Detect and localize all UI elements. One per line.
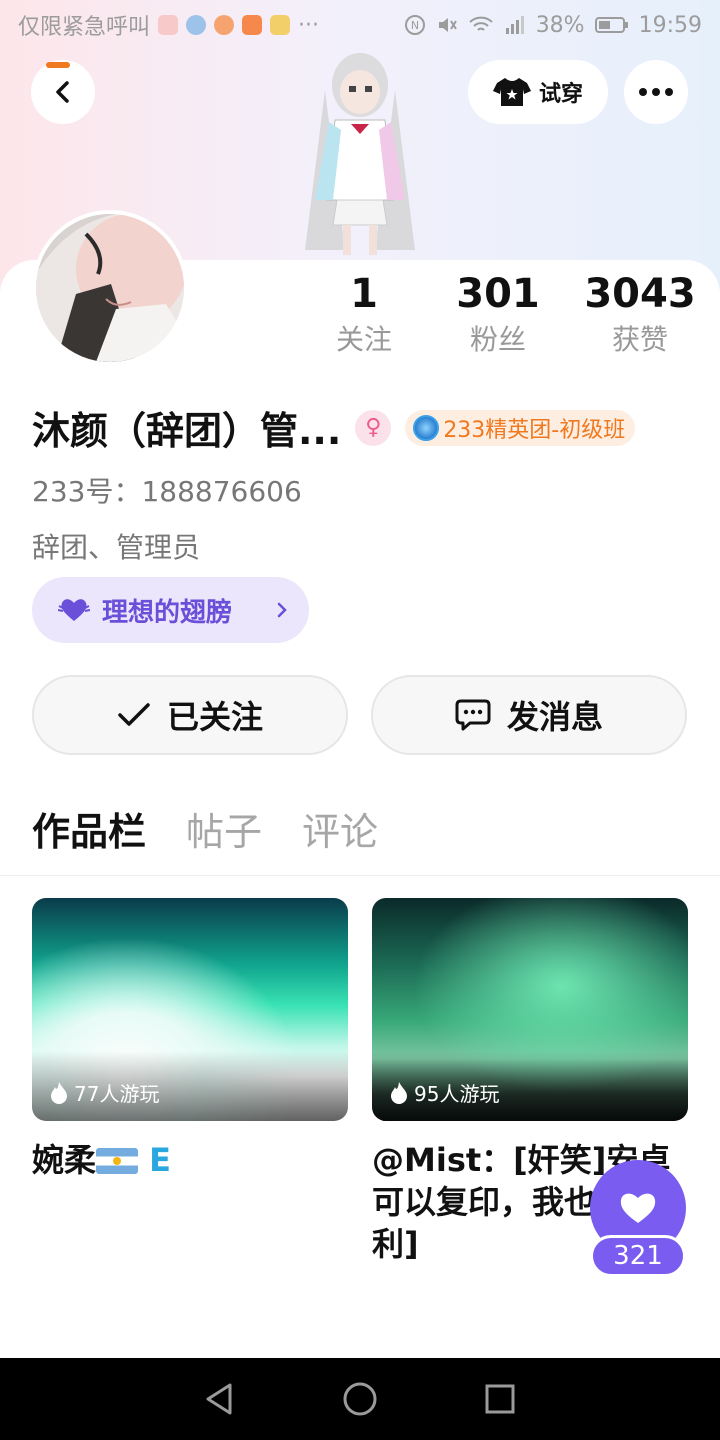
guild-medal-icon (413, 414, 440, 441)
checkmark-icon (118, 703, 150, 726)
status-bar: 仅限紧急呼叫 ··· N 38% 19:59 (0, 0, 720, 50)
stat-likes[interactable]: 3043 获赞 (580, 270, 700, 362)
send-message-button[interactable]: 发消息 (371, 675, 687, 755)
carrier-text: 仅限紧急呼叫 (18, 15, 151, 40)
chevron-right-icon (277, 602, 287, 618)
followers-label: 粉丝 (469, 323, 526, 356)
avatar-image (36, 214, 184, 362)
likes-count: 3043 (584, 271, 696, 317)
try-on-button[interactable]: 试穿 (468, 60, 608, 124)
heart-icon (620, 1193, 656, 1223)
avatar[interactable] (32, 210, 188, 366)
nfc-icon: N (404, 15, 425, 35)
work-title-text: 婉柔 (32, 1141, 97, 1179)
try-on-label: 试穿 (538, 82, 583, 107)
wing-pill-label: 理想的翅膀 (102, 597, 233, 628)
chevron-left-icon (56, 81, 69, 103)
nav-back-icon[interactable] (202, 1381, 238, 1417)
stat-followers[interactable]: 301 粉丝 (438, 270, 558, 362)
battery-icon (594, 17, 628, 33)
play-count: 77人游玩 (50, 1078, 159, 1107)
gallery-notification-icon (270, 15, 291, 35)
tshirt-icon (492, 78, 531, 106)
wifi-icon (469, 16, 493, 31)
play-count-label: 77人游玩 (74, 1082, 160, 1106)
stat-following[interactable]: 1 关注 (314, 270, 414, 362)
message-label: 发消息 (506, 698, 603, 736)
more-options-button[interactable] (624, 60, 688, 124)
character-avatar-figure (305, 53, 415, 255)
nav-home-icon[interactable] (342, 1381, 378, 1417)
app-notification-icon (158, 15, 179, 35)
name-row: 沐颜（辞团）管... ♀ 233精英团-初级班 (32, 400, 702, 455)
flame-icon (391, 1081, 407, 1104)
follow-button[interactable]: 已关注 (32, 675, 348, 755)
mute-icon (438, 18, 457, 32)
tab-works[interactable]: 作品栏 (32, 806, 146, 858)
work-title-suffix: E (149, 1141, 172, 1179)
more-dots-icon (639, 88, 673, 96)
back-button[interactable] (31, 60, 95, 124)
winged-heart-icon (58, 599, 90, 621)
user-bio: 辞团、管理员 (32, 531, 201, 564)
wing-pill-button[interactable]: 理想的翅膀 (32, 577, 309, 643)
system-nav-bar (0, 1358, 720, 1440)
content-tabs: 作品栏 帖子 评论 (32, 806, 378, 858)
clock: 19:59 (638, 12, 702, 38)
play-count-label: 95人游玩 (414, 1082, 500, 1106)
tab-posts[interactable]: 帖子 (186, 806, 262, 858)
svg-text:N: N (411, 19, 419, 32)
user-name: 沐颜（辞团）管... (32, 409, 342, 453)
tabs-divider (0, 875, 720, 876)
tab-comments[interactable]: 评论 (302, 806, 378, 858)
work-thumbnail: 77人游玩 (32, 898, 348, 1121)
gender-symbol: ♀ (365, 415, 382, 440)
browser-notification-icon (186, 15, 207, 35)
battery-percent: 38% (535, 12, 585, 38)
signal-icon (505, 16, 524, 34)
user-id: 233号：188876606 (32, 475, 302, 508)
like-count-badge: 321 (590, 1235, 686, 1277)
guild-badge-label: 233精英团-初级班 (443, 417, 626, 443)
argentina-flag-icon (96, 1148, 139, 1174)
female-icon: ♀ (355, 409, 392, 446)
followers-count: 301 (456, 271, 540, 317)
active-tab-indicator (46, 62, 70, 68)
play-count: 95人游玩 (390, 1078, 499, 1107)
follow-label: 已关注 (166, 698, 263, 736)
following-count: 1 (350, 271, 378, 317)
following-label: 关注 (335, 323, 392, 356)
work-thumbnail: 95人游玩 (372, 898, 688, 1121)
chat-bubble-icon (455, 699, 491, 731)
game-notification-icon (214, 15, 235, 35)
flame-icon (51, 1081, 67, 1104)
work-title: 婉柔 E (32, 1139, 348, 1181)
more-notifications-icon: ··· (298, 12, 319, 38)
likes-label: 获赞 (611, 323, 668, 356)
work-card[interactable]: 77人游玩 婉柔 E (32, 898, 348, 1181)
nav-recents-icon[interactable] (482, 1381, 518, 1417)
video-notification-icon (242, 15, 263, 35)
guild-badge[interactable]: 233精英团-初级班 (405, 409, 636, 446)
